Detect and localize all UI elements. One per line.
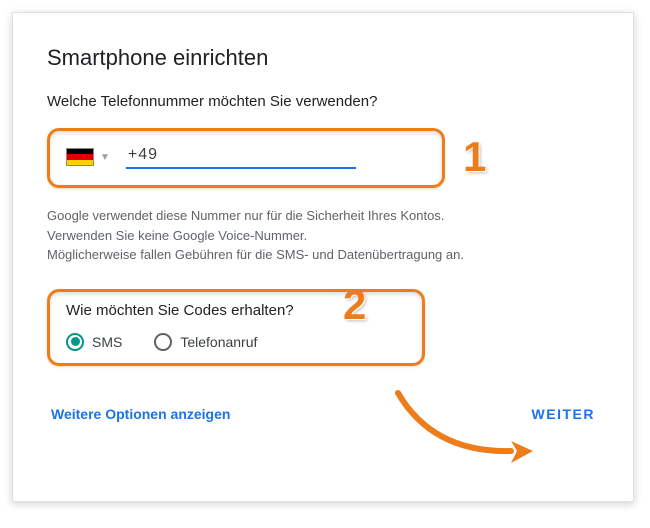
codes-question: Wie möchten Sie Codes erhalten?	[66, 302, 406, 319]
radio-unchecked-icon	[154, 333, 172, 351]
chevron-down-icon: ▼	[100, 152, 110, 163]
germany-flag-icon	[66, 148, 94, 166]
phone-question: Welche Telefonnummer möchten Sie verwend…	[47, 93, 599, 110]
next-button[interactable]: WEITER	[532, 406, 595, 422]
radio-row: SMS Telefonanruf	[66, 333, 406, 351]
phone-input[interactable]	[126, 145, 360, 165]
bottom-row: Weitere Optionen anzeigen WEITER	[47, 406, 599, 422]
radio-sms-label: SMS	[92, 334, 122, 350]
info-text: Google verwendet diese Nummer nur für di…	[47, 206, 567, 265]
info-line-3: Möglicherweise fallen Gebühren für die S…	[47, 245, 567, 265]
page-title: Smartphone einrichten	[47, 45, 599, 71]
more-options-link[interactable]: Weitere Optionen anzeigen	[51, 406, 230, 422]
info-line-1: Google verwendet diese Nummer nur für di…	[47, 206, 567, 226]
annotation-arrow-icon	[383, 383, 553, 473]
phone-row: ▼	[66, 145, 426, 169]
code-method-highlight: Wie möchten Sie Codes erhalten? SMS Tele…	[47, 289, 425, 366]
info-line-2: Verwenden Sie keine Google Voice-Nummer.	[47, 226, 567, 246]
radio-checked-icon	[66, 333, 84, 351]
radio-call[interactable]: Telefonanruf	[154, 333, 257, 351]
phone-entry-highlight: ▼	[47, 128, 445, 188]
phone-input-wrap	[126, 145, 356, 169]
setup-card: Smartphone einrichten Welche Telefonnumm…	[12, 12, 634, 502]
radio-sms[interactable]: SMS	[66, 333, 122, 351]
radio-call-label: Telefonanruf	[180, 334, 257, 350]
annotation-step-1: 1	[463, 133, 486, 181]
country-select[interactable]: ▼	[66, 148, 110, 166]
